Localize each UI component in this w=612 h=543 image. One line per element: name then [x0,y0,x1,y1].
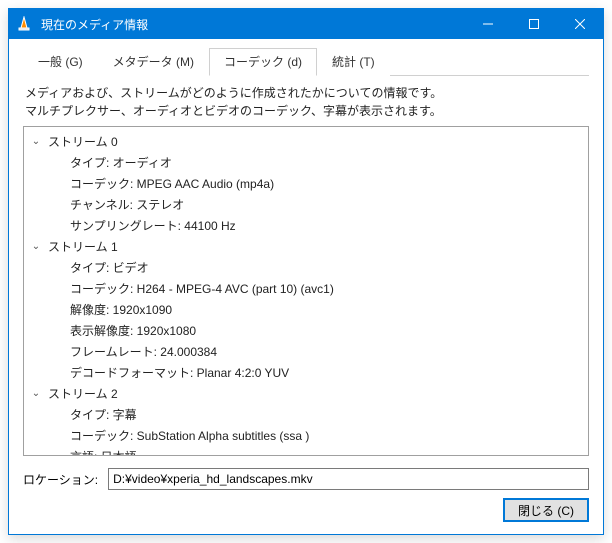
titlebar: 現在のメディア情報 [9,9,603,39]
chevron-down-icon: ⌄ [30,388,42,399]
stream-property: 解像度: 1920x1090 [70,299,582,320]
close-button[interactable]: 閉じる (C) [503,498,589,522]
stream-property: コーデック: SubStation Alpha subtitles (ssa ) [70,425,582,446]
stream-property: 言語: 日本語 [70,446,582,456]
stream-props: タイプ: 字幕コーデック: SubStation Alpha subtitles… [30,404,582,456]
codec-tree[interactable]: ⌄ ストリーム 0 タイプ: オーディオコーデック: MPEG AAC Audio … [23,126,589,456]
stream-property: 表示解像度: 1920x1080 [70,320,582,341]
chevron-down-icon: ⌄ [30,136,42,147]
maximize-button[interactable] [511,9,557,39]
stream-props: タイプ: ビデオコーデック: H264 - MPEG-4 AVC (part 1… [30,257,582,383]
stream-props: タイプ: オーディオコーデック: MPEG AAC Audio (mp4a)チャ… [30,152,582,236]
location-input[interactable] [108,468,589,490]
stream-property: フレームレート: 24.000384 [70,341,582,362]
tab-bar: 一般 (G) メタデータ (M) コーデック (d) 統計 (T) [23,47,589,76]
stream-title: ストリーム 2 [48,385,118,402]
description-line: マルチプレクサー、オーディオとビデオのコーデック、字幕が表示されます。 [25,102,587,120]
media-info-window: 現在のメディア情報 一般 (G) メタデータ (M) コーデック (d) 統計 … [8,8,604,535]
stream-title: ストリーム 0 [48,133,118,150]
stream-header[interactable]: ⌄ ストリーム 0 [30,131,582,152]
stream-property: コーデック: H264 - MPEG-4 AVC (part 10) (avc1… [70,278,582,299]
tab-codec[interactable]: コーデック (d) [209,48,317,76]
description-text: メディアおよび、ストリームがどのように作成されたかについての情報です。 マルチプ… [25,84,587,120]
app-icon [9,16,39,32]
close-window-button[interactable] [557,9,603,39]
stream-header[interactable]: ⌄ ストリーム 2 [30,383,582,404]
tab-stats[interactable]: 統計 (T) [317,48,390,76]
location-label: ロケーション: [23,471,98,488]
minimize-button[interactable] [465,9,511,39]
stream-property: タイプ: 字幕 [70,404,582,425]
tab-general[interactable]: 一般 (G) [23,48,98,76]
window-title: 現在のメディア情報 [39,16,465,33]
stream-header[interactable]: ⌄ ストリーム 1 [30,236,582,257]
tab-metadata[interactable]: メタデータ (M) [98,48,209,76]
content-area: 一般 (G) メタデータ (M) コーデック (d) 統計 (T) メディアおよ… [9,39,603,534]
location-row: ロケーション: [23,468,589,490]
stream-property: タイプ: ビデオ [70,257,582,278]
stream-property: チャンネル: ステレオ [70,194,582,215]
stream-property: タイプ: オーディオ [70,152,582,173]
stream-property: サンプリングレート: 44100 Hz [70,215,582,236]
stream-title: ストリーム 1 [48,238,118,255]
stream-property: デコードフォーマット: Planar 4:2:0 YUV [70,362,582,383]
description-line: メディアおよび、ストリームがどのように作成されたかについての情報です。 [25,84,587,102]
stream-property: コーデック: MPEG AAC Audio (mp4a) [70,173,582,194]
chevron-down-icon: ⌄ [30,241,42,252]
